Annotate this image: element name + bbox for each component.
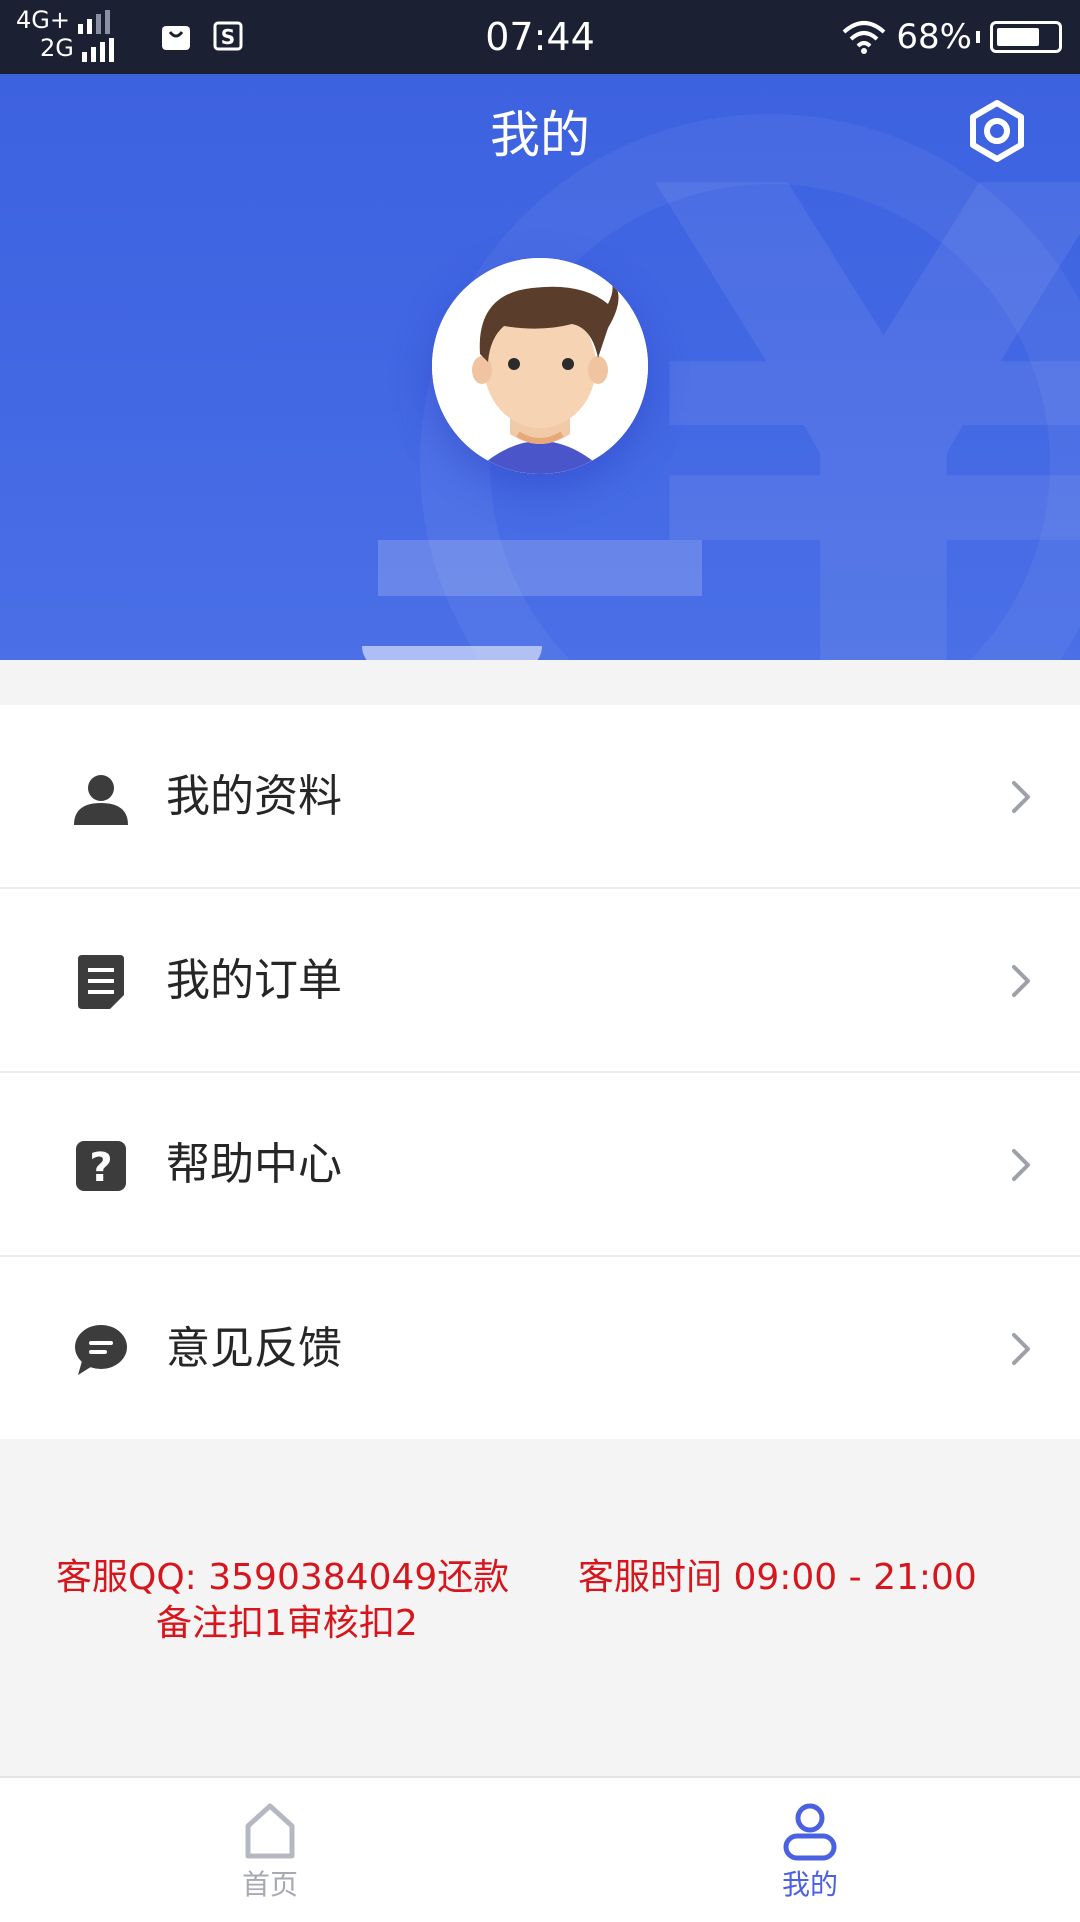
status-bar: 4G+ 2G S 07:44 68% xyxy=(0,0,1080,74)
menu-item-my-orders[interactable]: 我的订单 xyxy=(0,889,1080,1073)
profile-icon xyxy=(783,1803,837,1861)
menu-item-help-center[interactable]: ? 帮助中心 xyxy=(0,1073,1080,1257)
chat-bubble-icon xyxy=(75,1325,127,1375)
bottom-tab-bar: 首页 我的 xyxy=(0,1776,1080,1922)
chevron-right-icon xyxy=(1012,965,1030,997)
avatar[interactable] xyxy=(432,258,648,474)
profile-header: ¥ 我的 xyxy=(0,74,1080,660)
tab-label: 首页 xyxy=(241,1868,298,1901)
yen-watermark-icon: ¥ xyxy=(646,74,1080,661)
tab-label: 我的 xyxy=(781,1868,838,1901)
home-icon xyxy=(245,1803,295,1859)
menu-item-label: 我的订单 xyxy=(166,955,342,1006)
tab-home[interactable]: 首页 xyxy=(0,1778,540,1922)
document-icon xyxy=(78,955,124,1009)
customer-service-hours: 客服时间 09:00 - 21:00 xyxy=(578,1557,977,1598)
wifi-icon xyxy=(843,21,886,54)
profile-menu: 我的资料 我的订单 ? 帮助中心 意见反馈 xyxy=(0,705,1080,1439)
customer-service-note: 备注扣1审核扣2 xyxy=(156,1603,418,1644)
chevron-right-icon xyxy=(1012,1333,1030,1365)
menu-item-label: 意见反馈 xyxy=(166,1323,342,1374)
menu-item-my-profile[interactable]: 我的资料 xyxy=(0,705,1080,889)
battery-icon xyxy=(990,21,1062,53)
chevron-right-icon xyxy=(1012,781,1030,813)
tab-mine[interactable]: 我的 xyxy=(540,1778,1080,1922)
avatar-icon xyxy=(432,258,648,474)
user-icon xyxy=(74,775,128,825)
menu-item-feedback[interactable]: 意见反馈 xyxy=(0,1257,1080,1439)
battery-percent: 68% xyxy=(896,17,972,57)
settings-button[interactable] xyxy=(954,88,1040,174)
help-icon: ? xyxy=(76,1141,126,1191)
wave-decoration xyxy=(362,646,542,660)
svg-text:?: ? xyxy=(89,1145,112,1191)
gear-icon xyxy=(970,100,1024,162)
customer-service-qq: 客服QQ: 3590384049还款 xyxy=(56,1557,510,1598)
chevron-right-icon xyxy=(1012,1149,1030,1181)
username-redacted xyxy=(378,540,702,596)
menu-item-label: 我的资料 xyxy=(166,771,342,822)
page-title: 我的 xyxy=(490,106,590,164)
menu-item-label: 帮助中心 xyxy=(166,1139,342,1190)
battery-nub xyxy=(976,31,980,43)
